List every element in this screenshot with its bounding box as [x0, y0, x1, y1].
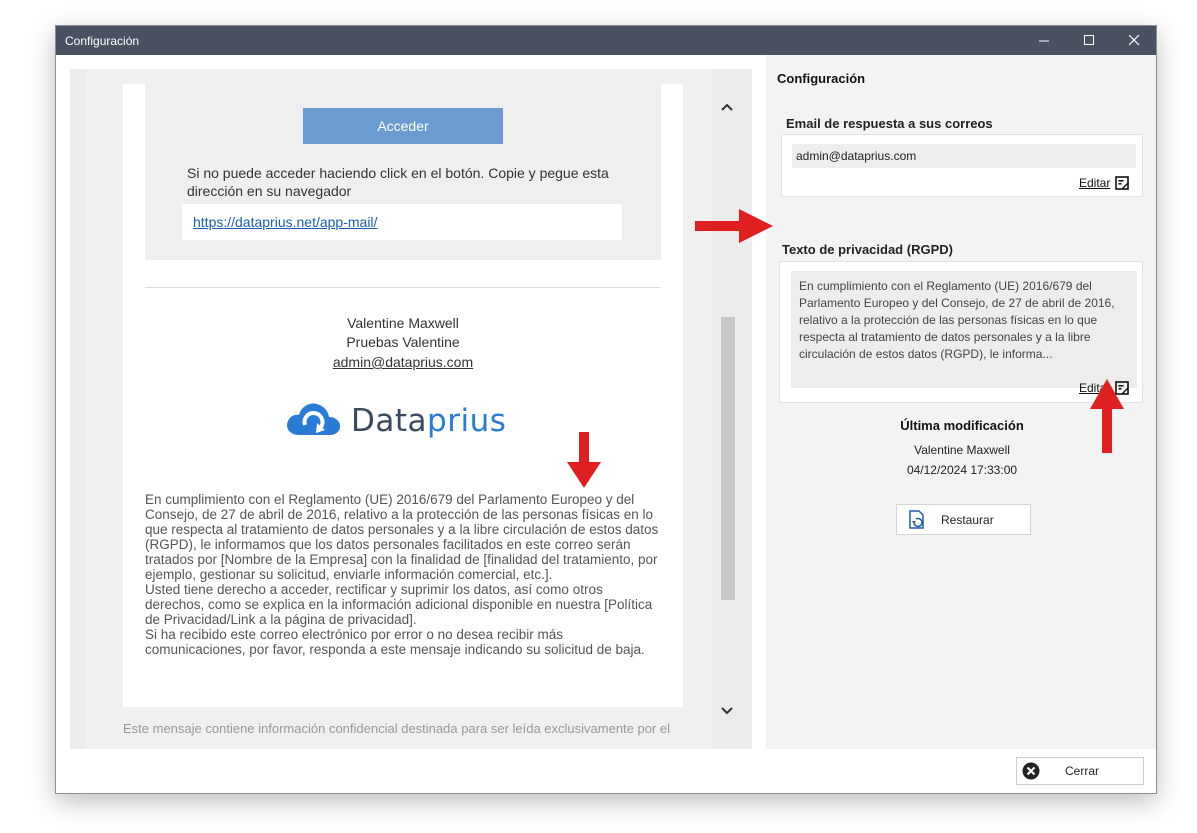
chevron-up-icon	[721, 103, 733, 111]
minimize-button[interactable]	[1022, 26, 1067, 55]
logo-text: Dataprius	[351, 403, 507, 439]
legal-text: En cumplimiento con el Reglamento (UE) 2…	[145, 492, 659, 657]
maximize-button[interactable]	[1067, 26, 1112, 55]
reply-email-edit-button[interactable]: Editar	[1079, 176, 1130, 190]
divider	[145, 287, 661, 288]
last-modified-date: 04/12/2024 17:33:00	[906, 463, 1018, 477]
email-preview-body: Acceder Si no puede acceder haciendo cli…	[85, 69, 712, 750]
link-box: https://dataprius.net/app-mail/	[182, 204, 622, 240]
privacy-title: Texto de privacidad (RGPD)	[782, 242, 953, 257]
title-bar: Configuración	[56, 26, 1156, 55]
confidential-note: Este mensaje contiene información confid…	[123, 721, 671, 736]
restore-button[interactable]: Restaurar	[896, 504, 1031, 535]
access-instructions: Si no puede acceder haciendo click en el…	[187, 165, 609, 199]
reply-email-title: Email de respuesta a sus correos	[786, 116, 993, 131]
access-box: Acceder Si no puede acceder haciendo cli…	[145, 84, 661, 260]
chevron-down-icon	[721, 707, 733, 715]
signature-company: Pruebas Valentine	[346, 334, 460, 350]
settings-window: Configuración Acceder Si no puede accede…	[55, 25, 1157, 794]
scrollbar-thumb[interactable]	[721, 317, 735, 600]
acceder-button[interactable]: Acceder	[303, 108, 503, 144]
restore-label: Restaurar	[941, 512, 994, 527]
reply-email-card: admin@dataprius.com Editar	[781, 134, 1143, 197]
close-icon	[1129, 35, 1140, 46]
scroll-down-button[interactable]	[717, 701, 737, 721]
signature-name: Valentine Maxwell	[347, 315, 459, 331]
restore-icon	[909, 509, 924, 529]
window-title: Configuración	[65, 34, 140, 48]
cloud-logo-icon	[287, 403, 341, 435]
signature-email[interactable]: admin@dataprius.com	[123, 354, 683, 370]
privacy-text-field: En cumplimiento con el Reglamento (UE) 2…	[791, 271, 1137, 388]
edit-label: Editar	[1079, 176, 1111, 190]
maximize-icon	[1084, 35, 1094, 45]
minimize-icon	[1039, 40, 1049, 42]
email-preview-panel[interactable]: Acceder Si no puede acceder haciendo cli…	[70, 69, 752, 750]
annotation-arrow-down-icon	[567, 432, 601, 488]
dataprius-logo: Dataprius	[283, 397, 523, 441]
app-mail-link[interactable]: https://dataprius.net/app-mail/	[193, 214, 377, 230]
settings-heading: Configuración	[777, 71, 866, 86]
cerrar-button[interactable]: Cerrar	[1016, 757, 1144, 785]
scroll-up-button[interactable]	[717, 97, 737, 117]
annotation-arrow-up-icon	[1090, 379, 1124, 453]
close-circle-icon	[1022, 762, 1040, 780]
reply-email-field: admin@dataprius.com	[792, 144, 1136, 168]
annotation-arrow-right-icon	[695, 209, 773, 243]
cerrar-label: Cerrar	[1065, 764, 1100, 778]
edit-icon	[1115, 176, 1130, 190]
bottom-bar	[56, 749, 1156, 793]
close-window-button[interactable]	[1112, 26, 1156, 55]
email-card: Acceder Si no puede acceder haciendo cli…	[123, 84, 683, 707]
